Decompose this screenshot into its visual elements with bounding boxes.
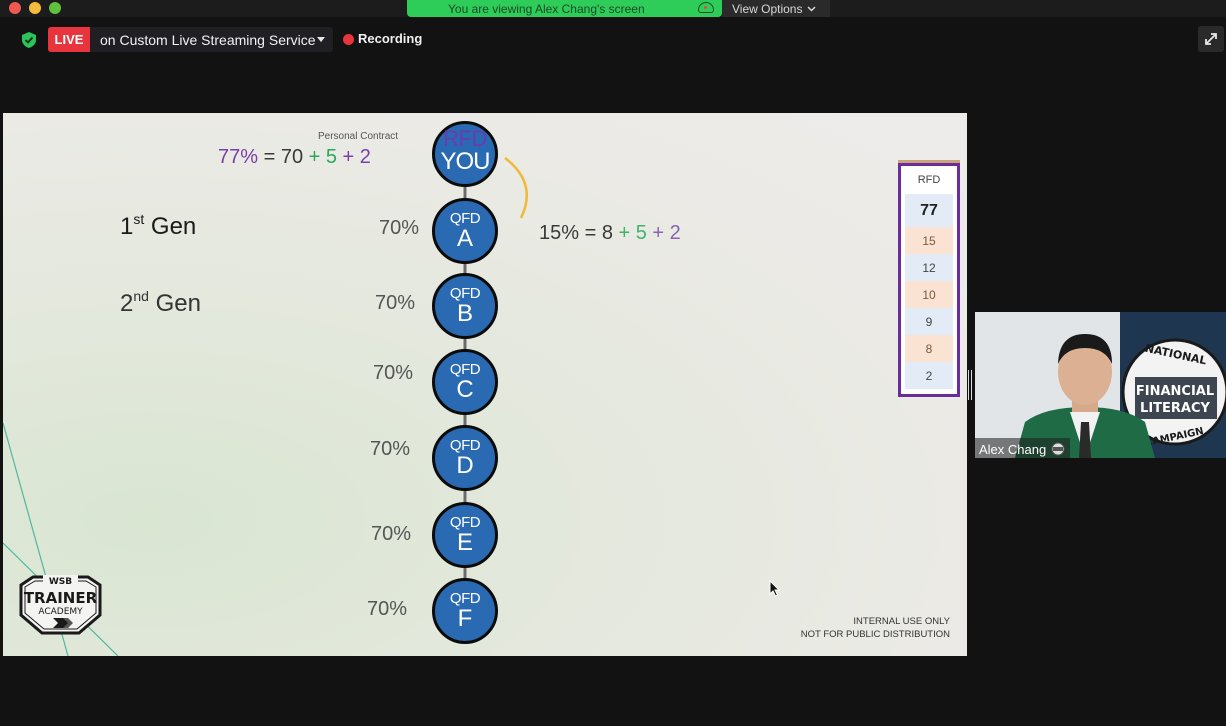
logo-trainer-text: TRAINER (24, 589, 98, 607)
node-d-percent: 70% (370, 438, 411, 460)
node-c-percent: 70% (373, 362, 414, 384)
node-qfd-d: QFD D (432, 425, 498, 491)
node-bottom-label: F (457, 605, 473, 632)
rfd-table-row: 15 (905, 227, 953, 254)
node-f-percent: 70% (367, 598, 408, 620)
equation-total: 15% = 8 (539, 222, 619, 244)
maximize-window-button[interactable] (49, 2, 61, 14)
participant-name-label: Alex Chang (975, 438, 1071, 458)
node-bottom-label: A (456, 225, 473, 252)
node-qfd-e: QFD E (432, 502, 498, 568)
live-stream-dropdown[interactable]: on Custom Live Streaming Service (90, 27, 333, 52)
rfd-table-total: 77 (905, 194, 953, 227)
expand-arrows-icon (1205, 33, 1217, 45)
share-banner-text: You are viewing Alex Chang's screen (448, 1, 645, 16)
equation-plus-2: + 2 (337, 146, 371, 168)
rfd-table-row: 12 (905, 254, 953, 281)
disclaimer-line: INTERNAL USE ONLY (853, 616, 950, 627)
node-bottom-label: E (456, 529, 473, 556)
participant-name: Alex Chang (979, 441, 1047, 457)
banner-financial-text: FINANCIAL (1136, 384, 1214, 399)
view-options-button[interactable]: View Options (722, 0, 830, 17)
node-a-percent: 70% (379, 217, 420, 239)
rfd-table-row: 2 (905, 362, 953, 389)
fullscreen-button[interactable] (1198, 26, 1224, 52)
node-rfd-you: RFD YOU (432, 121, 498, 187)
node-qfd-c: QFD C (432, 349, 498, 415)
participant-video-feed: NATIONAL FINANCIAL LITERACY CAMPAIGN (975, 312, 1226, 458)
security-shield-icon[interactable] (22, 32, 36, 48)
video-panel-resize-handle[interactable] (968, 370, 973, 400)
equation-base: = 70 (258, 146, 309, 168)
mouse-cursor-icon (769, 580, 781, 597)
wsb-trainer-academy-logo: WSB TRAINER ACADEMY (19, 575, 102, 635)
caret-down-icon (317, 37, 325, 42)
equation-plus-2: + 2 (646, 222, 681, 244)
title-bar: You are viewing Alex Chang's screen View… (0, 0, 1226, 17)
node-bottom-label: YOU (440, 148, 490, 175)
rfd-table-row: 8 (905, 335, 953, 362)
rfd-table-header: RFD (905, 166, 953, 194)
node-bottom-label: C (456, 376, 474, 403)
participant-video-tile[interactable]: NATIONAL FINANCIAL LITERACY CAMPAIGN Ale… (975, 312, 1226, 458)
rfd-table: RFD 77 15 12 10 9 8 2 (898, 160, 960, 397)
logo-wsb-text: WSB (49, 577, 72, 587)
second-gen-label: 2nd Gen (120, 288, 201, 317)
node-qfd-a: QFD A (432, 198, 498, 264)
yellow-arc-connector (504, 157, 529, 219)
node-bottom-label: D (456, 452, 474, 479)
close-window-button[interactable] (9, 2, 21, 14)
shared-screen-slide: Personal Contract 77% = 70 + 5 + 2 15% =… (3, 113, 967, 656)
chevron-down-icon (807, 5, 817, 12)
recording-label[interactable]: Recording (358, 31, 422, 46)
meeting-status-row: LIVE on Custom Live Streaming Service Re… (0, 26, 1226, 53)
view-options-label: View Options (732, 1, 803, 16)
logo-academy-text: ACADEMY (38, 607, 83, 617)
participant-badge-icon (1051, 442, 1065, 456)
personal-contract-label: Personal Contract (318, 131, 399, 142)
node-qfd-f: QFD F (432, 578, 498, 644)
first-gen-label: 1st Gen (120, 211, 197, 240)
zoom-meeting-window: You are viewing Alex Chang's screen View… (0, 0, 1226, 726)
minimize-window-button[interactable] (29, 2, 41, 14)
node-b-percent: 70% (375, 292, 416, 314)
equation-total: 77% (218, 146, 259, 168)
disclaimer-line: NOT FOR PUBLIC DISTRIBUTION (800, 629, 950, 640)
banner-literacy-text: LITERACY (1140, 401, 1210, 416)
personal-contract-equation: 77% = 70 + 5 + 2 (218, 146, 371, 169)
first-gen-equation: 15% = 8 + 5 + 2 (539, 222, 681, 245)
disclaimer: INTERNAL USE ONLY NOT FOR PUBLIC DISTRIB… (801, 615, 950, 641)
stream-target-label: on Custom Live Streaming Service (100, 31, 316, 48)
cloud-icon (698, 2, 714, 13)
live-badge: LIVE (48, 27, 90, 52)
equation-plus-5: + 5 (308, 146, 337, 168)
node-e-percent: 70% (371, 523, 412, 545)
node-top-label: RFD (443, 126, 487, 151)
node-qfd-b: QFD B (432, 273, 498, 339)
screen-share-banner: You are viewing Alex Chang's screen (407, 0, 722, 17)
equation-plus-5: + 5 (618, 222, 647, 244)
node-bottom-label: B (456, 300, 473, 327)
recording-dot-icon (343, 34, 354, 45)
rfd-table-row: 9 (905, 308, 953, 335)
rfd-table-row: 10 (905, 281, 953, 308)
